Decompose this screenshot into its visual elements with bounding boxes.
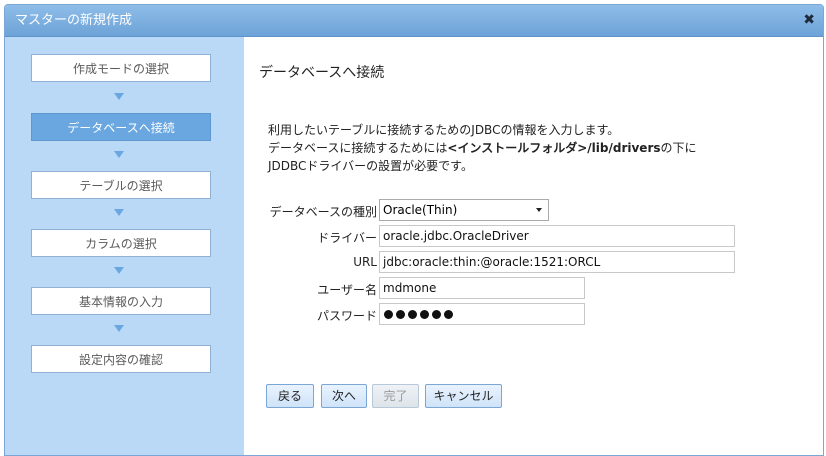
password-mask-dot (408, 309, 417, 319)
password-mask-dot (444, 309, 453, 319)
password-input[interactable] (379, 303, 585, 325)
password-mask-dot (396, 309, 405, 319)
step-arrow-icon (114, 151, 124, 158)
wizard-steps-sidebar: 作成モードの選択 データベースへ接続 テーブルの選択 カラムの選択 基本情報の入… (5, 37, 244, 455)
step-column-selection: カラムの選択 (31, 229, 211, 257)
password-mask-dot (384, 309, 393, 319)
step-table-selection: テーブルの選択 (31, 171, 211, 199)
description-line-2: データベースに接続するためには<インストールフォルダ>/lib/driversの… (268, 141, 697, 155)
step-creation-mode: 作成モードの選択 (31, 54, 211, 82)
description: 利用したいテーブルに接続するためのJDBCの情報を入力します。 データベースに接… (268, 121, 697, 175)
url-input[interactable]: jdbc:oracle:thin:@oracle:1521:ORCL (379, 251, 735, 273)
cancel-button[interactable]: キャンセル (425, 384, 502, 408)
password-mask-dot (432, 309, 441, 319)
driver-input[interactable]: oracle.jdbc.OracleDriver (379, 225, 735, 247)
new-master-dialog: マスターの新規作成 ✖ 作成モードの選択 データベースへ接続 テーブルの選択 カ… (4, 4, 824, 456)
dialog-title: マスターの新規作成 (15, 13, 133, 28)
db-type-label: データベースの種別 (269, 205, 377, 219)
main-panel: データベースへ接続 利用したいテーブルに接続するためのJDBCの情報を入力します… (244, 37, 823, 455)
finish-button[interactable]: 完了 (372, 384, 419, 408)
page-title: データベースへ接続 (259, 65, 385, 81)
username-label: ユーザー名 (317, 283, 377, 297)
step-database-connection: データベースへ接続 (31, 113, 211, 141)
step-arrow-icon (114, 93, 124, 100)
description-line-3: JDDBCドライバーの設置が必要です。 (268, 159, 473, 173)
back-button[interactable]: 戻る (266, 384, 314, 408)
username-input[interactable]: mdmone (379, 277, 585, 299)
step-arrow-icon (114, 209, 124, 216)
step-arrow-icon (114, 267, 124, 274)
password-mask-dot (420, 309, 429, 319)
step-basic-info: 基本情報の入力 (31, 287, 211, 315)
url-label: URL (353, 255, 377, 269)
chevron-down-icon (536, 208, 542, 212)
driver-label: ドライバー (317, 231, 377, 245)
password-label: パスワード (316, 309, 377, 323)
description-line-1: 利用したいテーブルに接続するためのJDBCの情報を入力します。 (268, 123, 620, 137)
db-type-select[interactable]: Oracle(Thin) (379, 199, 549, 221)
next-button[interactable]: 次へ (321, 384, 367, 408)
dialog-titlebar: マスターの新規作成 ✖ (5, 5, 823, 37)
step-confirm-settings: 設定内容の確認 (31, 345, 211, 373)
step-arrow-icon (114, 325, 124, 332)
close-icon[interactable]: ✖ (803, 5, 815, 36)
